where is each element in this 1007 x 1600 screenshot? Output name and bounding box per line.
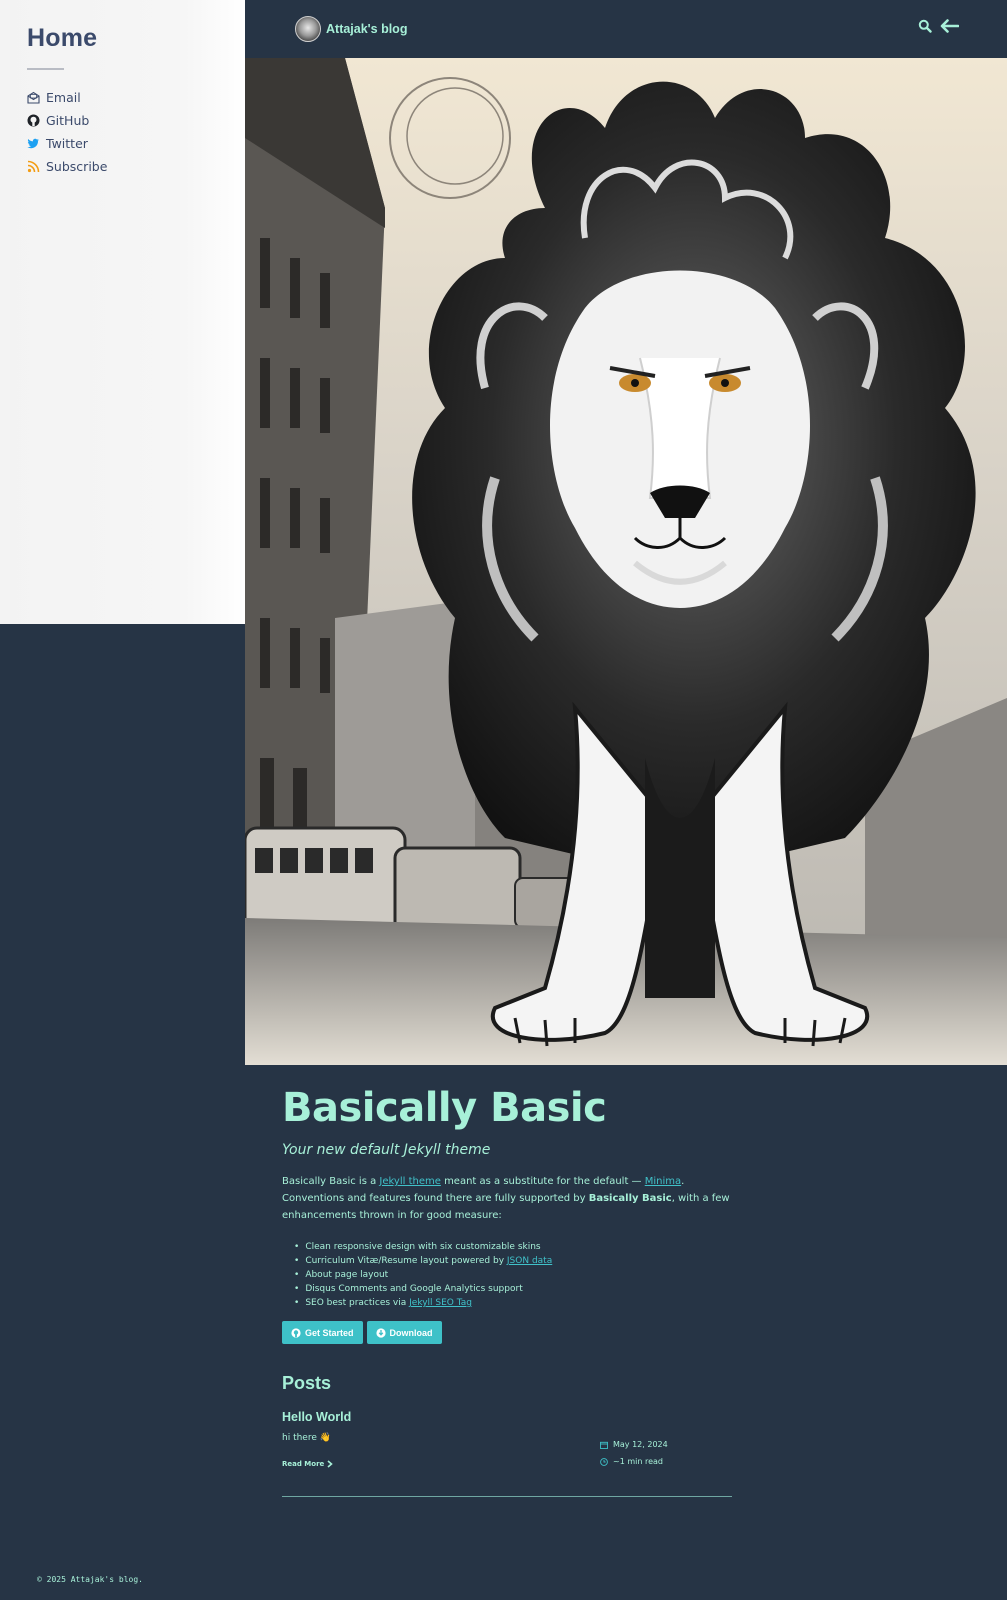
download-label: Download <box>389 1327 433 1338</box>
lion-illustration <box>245 58 1007 1065</box>
feature-text: Clean responsive design with six customi… <box>305 1242 541 1252</box>
site-brand[interactable]: Attajak's blog <box>295 16 407 42</box>
list-item: Curriculum Vitæ/Resume layout powered by… <box>294 1254 732 1268</box>
posts-heading: Posts <box>282 1373 332 1393</box>
post-title[interactable]: Hello World <box>282 1410 732 1424</box>
intro-bold: Basically Basic <box>588 1193 672 1204</box>
main-content: Basically Basic Your new default Jekyll … <box>282 1085 732 1497</box>
features-list: Clean responsive design with six customi… <box>282 1240 732 1310</box>
post-read-time-text: ~1 min read <box>613 1457 663 1466</box>
site-title: Attajak's blog <box>326 22 408 36</box>
sidebar-link-twitter[interactable]: Twitter <box>27 132 245 155</box>
post-entry: Hello World hi there 👋 Read More May 12,… <box>282 1410 732 1480</box>
download-icon <box>375 1327 386 1338</box>
post-date-text: May 12, 2024 <box>613 1440 668 1449</box>
sidebar-link-label: Twitter <box>46 136 88 151</box>
cta-buttons: Get Started Download <box>282 1321 732 1344</box>
list-item: SEO best practices via Jekyll SEO Tag <box>294 1296 732 1310</box>
feature-text: Curriculum Vitæ/Resume layout powered by <box>305 1256 507 1266</box>
jekyll-theme-link[interactable]: Jekyll theme <box>379 1176 441 1187</box>
get-started-label: Get Started <box>305 1327 354 1338</box>
github-icon <box>291 1327 301 1338</box>
post-read-time: ~1 min read <box>600 1453 668 1470</box>
read-more-label: Read More <box>282 1460 325 1468</box>
json-data-link[interactable]: JSON data <box>507 1256 552 1266</box>
feature-text: About page layout <box>305 1270 389 1280</box>
sidebar-link-label: Subscribe <box>46 159 108 174</box>
sidebar-link-label: GitHub <box>46 113 90 128</box>
list-item: Disqus Comments and Google Analytics sup… <box>294 1282 732 1296</box>
page-title: Basically Basic <box>282 1085 607 1131</box>
rss-icon <box>27 160 40 173</box>
post-date: May 12, 2024 <box>600 1436 668 1453</box>
get-started-button[interactable]: Get Started <box>282 1321 363 1344</box>
site-header: Attajak's blog <box>245 0 1007 58</box>
avatar <box>295 16 321 42</box>
list-item: About page layout <box>294 1268 732 1282</box>
sidebar-link-email[interactable]: Email <box>27 86 245 109</box>
sidebar-links: Email GitHub Twitter Subscribe <box>27 86 245 178</box>
calendar-icon <box>600 1441 608 1449</box>
footer-text: © 2025 Attajak's blog. <box>37 1575 143 1584</box>
hero-image <box>245 58 1007 1065</box>
minima-link[interactable]: Minima <box>645 1176 681 1187</box>
sidebar: Home Email GitHub Twitter Subscribe <box>0 0 245 624</box>
arrow-left-icon[interactable] <box>940 18 960 37</box>
list-item: Clean responsive design with six customi… <box>294 1240 732 1254</box>
intro-paragraph: Basically Basic is a Jekyll theme meant … <box>282 1173 732 1224</box>
jekyll-seo-tag-link[interactable]: Jekyll SEO Tag <box>409 1298 472 1308</box>
feature-text: Disqus Comments and Google Analytics sup… <box>305 1284 523 1294</box>
sidebar-divider <box>27 68 64 70</box>
github-icon <box>27 114 40 127</box>
chevron-right-icon <box>327 1460 334 1468</box>
post-meta: May 12, 2024 ~1 min read <box>600 1436 668 1470</box>
header-actions <box>918 18 960 37</box>
intro-text: meant as a substitute for the default — <box>440 1176 645 1187</box>
download-button[interactable]: Download <box>366 1321 442 1344</box>
sidebar-link-label: Email <box>46 90 81 105</box>
email-icon <box>27 91 40 104</box>
sidebar-link-github[interactable]: GitHub <box>27 109 245 132</box>
page-subtitle: Your new default Jekyll theme <box>282 1142 491 1158</box>
site-footer: © 2025 Attajak's blog. <box>37 1575 143 1584</box>
sidebar-title: Home <box>27 24 98 52</box>
feature-text: SEO best practices via <box>305 1298 410 1308</box>
sidebar-link-subscribe[interactable]: Subscribe <box>27 155 245 178</box>
content-divider <box>282 1496 732 1497</box>
intro-text: Basically Basic is a <box>282 1176 380 1187</box>
clock-icon <box>600 1457 608 1466</box>
twitter-icon <box>27 137 40 150</box>
search-icon[interactable] <box>918 18 932 37</box>
